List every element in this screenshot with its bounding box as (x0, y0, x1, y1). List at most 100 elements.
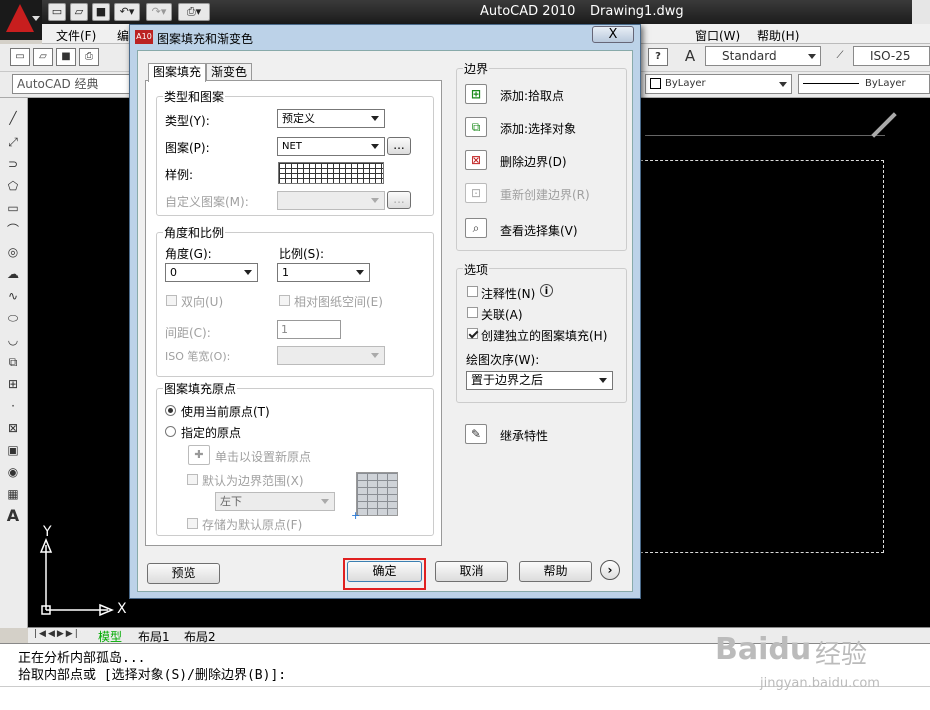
polyline-icon[interactable]: ⊃ (4, 156, 22, 172)
point-icon[interactable]: · (4, 398, 22, 414)
new-file-icon[interactable]: ▭ (48, 3, 66, 21)
linetype-combo[interactable]: ByLayer (798, 74, 930, 94)
table-icon[interactable]: ▦ (4, 486, 22, 502)
color-combo[interactable]: ByLayer (645, 74, 792, 94)
specified-origin-radio[interactable] (165, 426, 176, 437)
construction-line-icon[interactable]: ⤢ (4, 134, 22, 150)
chevron-down-icon (779, 82, 787, 87)
region-icon[interactable]: ◉ (4, 464, 22, 480)
close-button[interactable]: X (592, 26, 634, 43)
plot-icon[interactable]: ⎙▾ (178, 3, 210, 21)
use-current-origin-radio[interactable] (165, 405, 176, 416)
scale-select[interactable]: 1 (277, 263, 370, 282)
dim-style-combo[interactable]: ISO-25 (853, 46, 930, 66)
text-style-value: Standard (722, 49, 777, 63)
associative-label: 关联(A) (481, 308, 523, 322)
arc-icon[interactable]: ⌒ (4, 222, 22, 238)
relative-paper-checkbox[interactable] (279, 295, 290, 306)
new-icon[interactable]: ▭ (10, 48, 30, 66)
spacing-input[interactable]: 1 (277, 320, 341, 339)
ellipse-arc-icon[interactable]: ◡ (4, 332, 22, 348)
make-block-icon[interactable]: ⊞ (4, 376, 22, 392)
open-folder-icon[interactable]: ▱ (70, 3, 88, 21)
pattern-select[interactable]: NET (277, 137, 385, 156)
chevron-down-icon (321, 499, 329, 504)
circle-icon[interactable]: ◎ (4, 244, 22, 260)
sample-label: 样例: (165, 168, 194, 182)
add-select-objects-button[interactable]: 添加:选择对象 (500, 120, 576, 137)
menu-window[interactable]: 窗口(W) (695, 27, 740, 44)
preview-button[interactable]: 预览 (147, 563, 220, 584)
polygon-icon[interactable]: ⬠ (4, 178, 22, 194)
angle-select[interactable]: 0 (165, 263, 258, 282)
add-pick-points-icon[interactable]: ⊞ (465, 84, 487, 104)
revision-cloud-icon[interactable]: ☁ (4, 266, 22, 282)
save-icon[interactable]: ■ (92, 3, 110, 21)
insert-block-icon[interactable]: ⧉ (4, 354, 22, 370)
workspace-combo[interactable]: AutoCAD 经典 (12, 74, 130, 94)
custom-pattern-select[interactable] (277, 191, 385, 210)
text-style-icon[interactable]: A (680, 48, 700, 66)
ellipse-icon[interactable]: ⬭ (4, 310, 22, 326)
store-default-checkbox[interactable] (187, 518, 198, 529)
more-options-icon[interactable]: › (600, 560, 620, 580)
help-icon[interactable]: ? (648, 48, 668, 66)
angle-scale-group-label: 角度和比例 (163, 224, 226, 241)
tab-nav-arrows-icon[interactable]: |◀◀▶▶| (34, 629, 80, 639)
pattern-browse-button[interactable]: ... (387, 137, 411, 155)
redo-icon[interactable]: ↷▾ (146, 3, 172, 21)
tab-gradient[interactable]: 渐变色 (206, 63, 253, 81)
iso-pen-select[interactable] (277, 346, 385, 365)
remove-boundaries-icon[interactable]: ⊠ (465, 150, 487, 170)
draw-order-select[interactable]: 置于边界之后 (466, 371, 613, 390)
add-select-objects-icon[interactable]: ⧉ (465, 117, 487, 137)
menu-file[interactable]: 文件(F) (56, 27, 96, 44)
brick-preview-icon (356, 472, 398, 516)
menu-help[interactable]: 帮助(H) (757, 27, 799, 44)
recreate-boundary-button[interactable]: 重新创建边界(R) (500, 186, 590, 203)
spacing-label: 间距(C): (165, 326, 211, 340)
info-icon[interactable]: i (540, 284, 553, 297)
associative-checkbox[interactable] (467, 307, 478, 318)
dim-style-icon[interactable]: ⟋ (830, 48, 850, 66)
default-extent-checkbox[interactable] (187, 474, 198, 485)
remove-boundaries-button[interactable]: 删除边界(D) (500, 153, 567, 170)
tab-hatch[interactable]: 图案填充 (148, 63, 207, 82)
add-pick-points-button[interactable]: 添加:拾取点 (500, 87, 564, 104)
app-menu-button[interactable] (0, 0, 42, 40)
ucs-x-label: X (117, 601, 127, 617)
undo-icon[interactable]: ↶▾ (114, 3, 140, 21)
rectangle-icon[interactable]: ▭ (4, 200, 22, 216)
extent-select[interactable]: 左下 (215, 492, 335, 511)
custom-browse-button[interactable]: ... (387, 191, 411, 209)
autocad-logo-icon (6, 4, 34, 32)
menu-edit[interactable]: 编 (117, 27, 129, 44)
pattern-sample-swatch[interactable] (278, 162, 384, 184)
spline-icon[interactable]: ∿ (4, 288, 22, 304)
double-checkbox[interactable] (166, 295, 177, 306)
text-style-combo[interactable]: Standard (705, 46, 821, 66)
recreate-boundary-icon[interactable]: ⊡ (465, 183, 487, 203)
inherit-properties-button[interactable]: 继承特性 (500, 427, 548, 444)
click-set-origin-icon[interactable]: ✚ (188, 445, 210, 465)
line-icon[interactable]: ╱ (4, 110, 22, 126)
help-button[interactable]: 帮助 (519, 561, 592, 582)
inherit-properties-icon[interactable]: ✎ (465, 424, 487, 444)
store-default-label: 存储为默认原点(F) (202, 518, 303, 532)
cancel-button[interactable]: 取消 (435, 561, 508, 582)
independent-hatches-checkbox[interactable] (467, 328, 478, 339)
save-icon[interactable]: ■ (56, 48, 76, 66)
title-scroll-button[interactable] (912, 0, 930, 24)
annotative-checkbox[interactable] (467, 286, 478, 297)
magnifier-icon[interactable]: ⌕ (465, 218, 487, 238)
hatch-icon[interactable]: ⊠ (4, 420, 22, 436)
color-swatch-icon (650, 77, 661, 89)
mtext-icon[interactable]: A (4, 508, 22, 524)
gradient-icon[interactable]: ▣ (4, 442, 22, 458)
plot-icon[interactable]: ⎙ (79, 48, 99, 66)
type-select[interactable]: 预定义 (277, 109, 385, 128)
open-icon[interactable]: ▱ (33, 48, 53, 66)
view-selections-button[interactable]: 查看选择集(V) (500, 222, 578, 239)
watermark-url: jingyan.baidu.com (760, 676, 880, 691)
linetype-line-icon (803, 82, 859, 84)
